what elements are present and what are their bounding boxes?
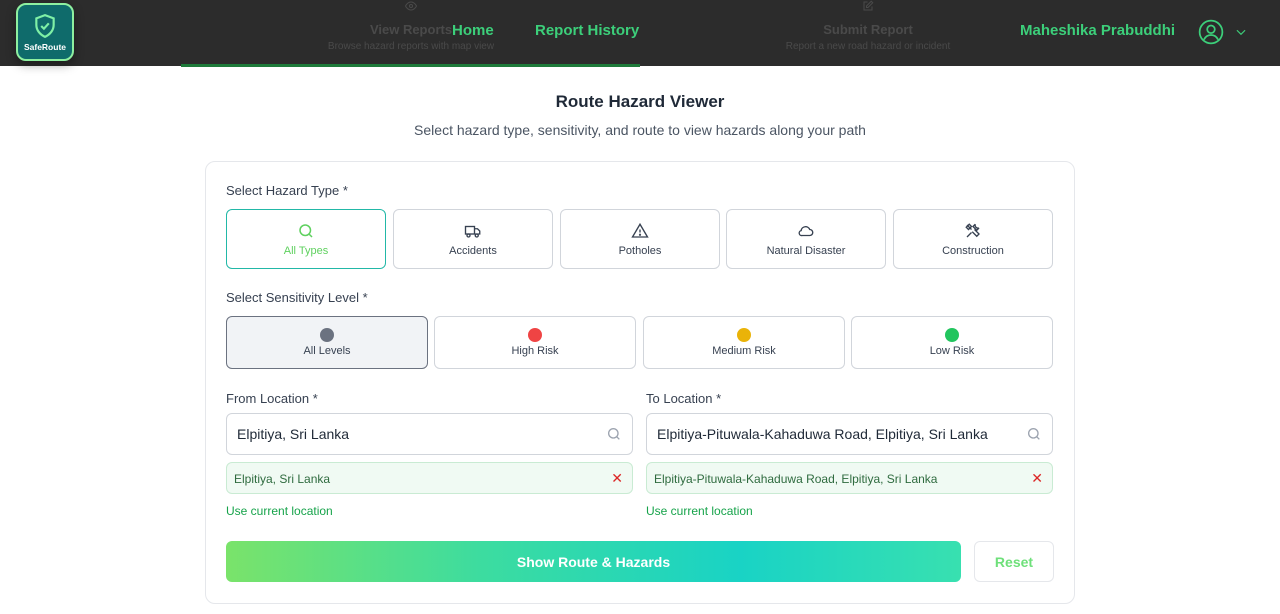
eye-icon	[326, 0, 496, 12]
sensitivity-medium-risk[interactable]: Medium Risk	[643, 316, 845, 369]
search-icon[interactable]	[1026, 426, 1042, 442]
to-selected-text: Elpitiya-Pituwala-Kahaduwa Road, Elpitiy…	[654, 472, 938, 486]
shield-check-icon	[35, 13, 55, 38]
to-use-current-location-link[interactable]: Use current location	[646, 504, 753, 518]
hazard-type-label-text: Natural Disaster	[766, 244, 846, 257]
active-tab-underline	[181, 64, 640, 67]
from-use-current-location-link[interactable]: Use current location	[226, 504, 333, 518]
clear-to-close-icon[interactable]: ✕	[1031, 471, 1043, 485]
ghost-tab-title: Submit Report	[823, 22, 913, 37]
sensitivity-dot	[737, 328, 751, 342]
page-title: Route Hazard Viewer	[555, 92, 725, 111]
to-location-label: To Location *	[646, 391, 722, 406]
top-navbar: View Reports Browse hazard reports with …	[0, 0, 1280, 67]
clear-from-close-icon[interactable]: ✕	[611, 471, 623, 485]
user-avatar-icon[interactable]	[1198, 19, 1224, 45]
sensitivity-label-text: Medium Risk	[712, 345, 776, 357]
show-route-hazards-button[interactable]: Show Route & Hazards	[226, 541, 961, 582]
from-location-input[interactable]	[227, 414, 597, 454]
hazard-type-all[interactable]: All Types	[226, 209, 386, 269]
hazard-type-label-text: Accidents	[449, 244, 497, 257]
hazard-type-label-text: Construction	[942, 244, 1004, 257]
hazard-type-label-text: All Types	[283, 244, 329, 257]
sensitivity-label-text: High Risk	[511, 345, 559, 357]
user-name[interactable]: Maheshika Prabuddhi	[1020, 22, 1175, 39]
to-location-input[interactable]	[647, 414, 1017, 454]
ghost-tab-subtitle: Report a new road hazard or incident	[785, 41, 951, 52]
ghost-tab-submit-report: Submit Report Report a new road hazard o…	[783, 0, 953, 52]
sensitivity-high-risk[interactable]: High Risk	[434, 316, 636, 369]
sensitivity-all-levels[interactable]: All Levels	[226, 316, 428, 369]
hazard-type-accidents[interactable]: Accidents	[393, 209, 553, 269]
hazard-type-label-text: Potholes	[618, 244, 662, 257]
to-location-field[interactable]	[646, 413, 1053, 455]
reset-button[interactable]: Reset	[974, 541, 1054, 582]
nav-report-history-link[interactable]: Report History	[535, 22, 639, 39]
from-location-label: From Location *	[226, 391, 318, 406]
ghost-tab-subtitle: Browse hazard reports with map view	[327, 41, 495, 52]
truck-icon	[464, 225, 481, 238]
to-selected-location: Elpitiya-Pituwala-Kahaduwa Road, Elpitiy…	[646, 462, 1053, 494]
sensitivity-label: Select Sensitivity Level *	[226, 290, 368, 305]
sensitivity-dot	[945, 328, 959, 342]
edit-icon	[783, 0, 953, 12]
hazard-type-label: Select Hazard Type *	[226, 183, 348, 198]
sensitivity-dot	[528, 328, 542, 342]
search-icon[interactable]	[606, 426, 622, 442]
saferoute-logo[interactable]: SafeRoute	[16, 3, 74, 61]
from-selected-text: Elpitiya, Sri Lanka	[234, 472, 331, 486]
hazard-type-construction[interactable]: Construction	[893, 209, 1053, 269]
tools-icon	[965, 222, 980, 237]
sensitivity-label-text: Low Risk	[929, 345, 975, 357]
chevron-down-icon[interactable]	[1234, 25, 1248, 39]
search-icon	[299, 223, 313, 238]
sensitivity-label-text: All Levels	[303, 345, 351, 357]
hazard-type-potholes[interactable]: Potholes	[560, 209, 720, 269]
from-location-field[interactable]	[226, 413, 633, 455]
nav-home-link[interactable]: Home	[452, 22, 494, 39]
logo-text: SafeRoute	[23, 41, 67, 52]
from-selected-location: Elpitiya, Sri Lanka ✕	[226, 462, 633, 494]
sensitivity-dot	[320, 328, 334, 342]
page-subtitle: Select hazard type, sensitivity, and rou…	[414, 122, 866, 138]
warning-triangle-icon	[631, 222, 649, 238]
hazard-type-natural-disaster[interactable]: Natural Disaster	[726, 209, 886, 269]
cloud-icon	[798, 225, 814, 236]
sensitivity-low-risk[interactable]: Low Risk	[851, 316, 1053, 369]
